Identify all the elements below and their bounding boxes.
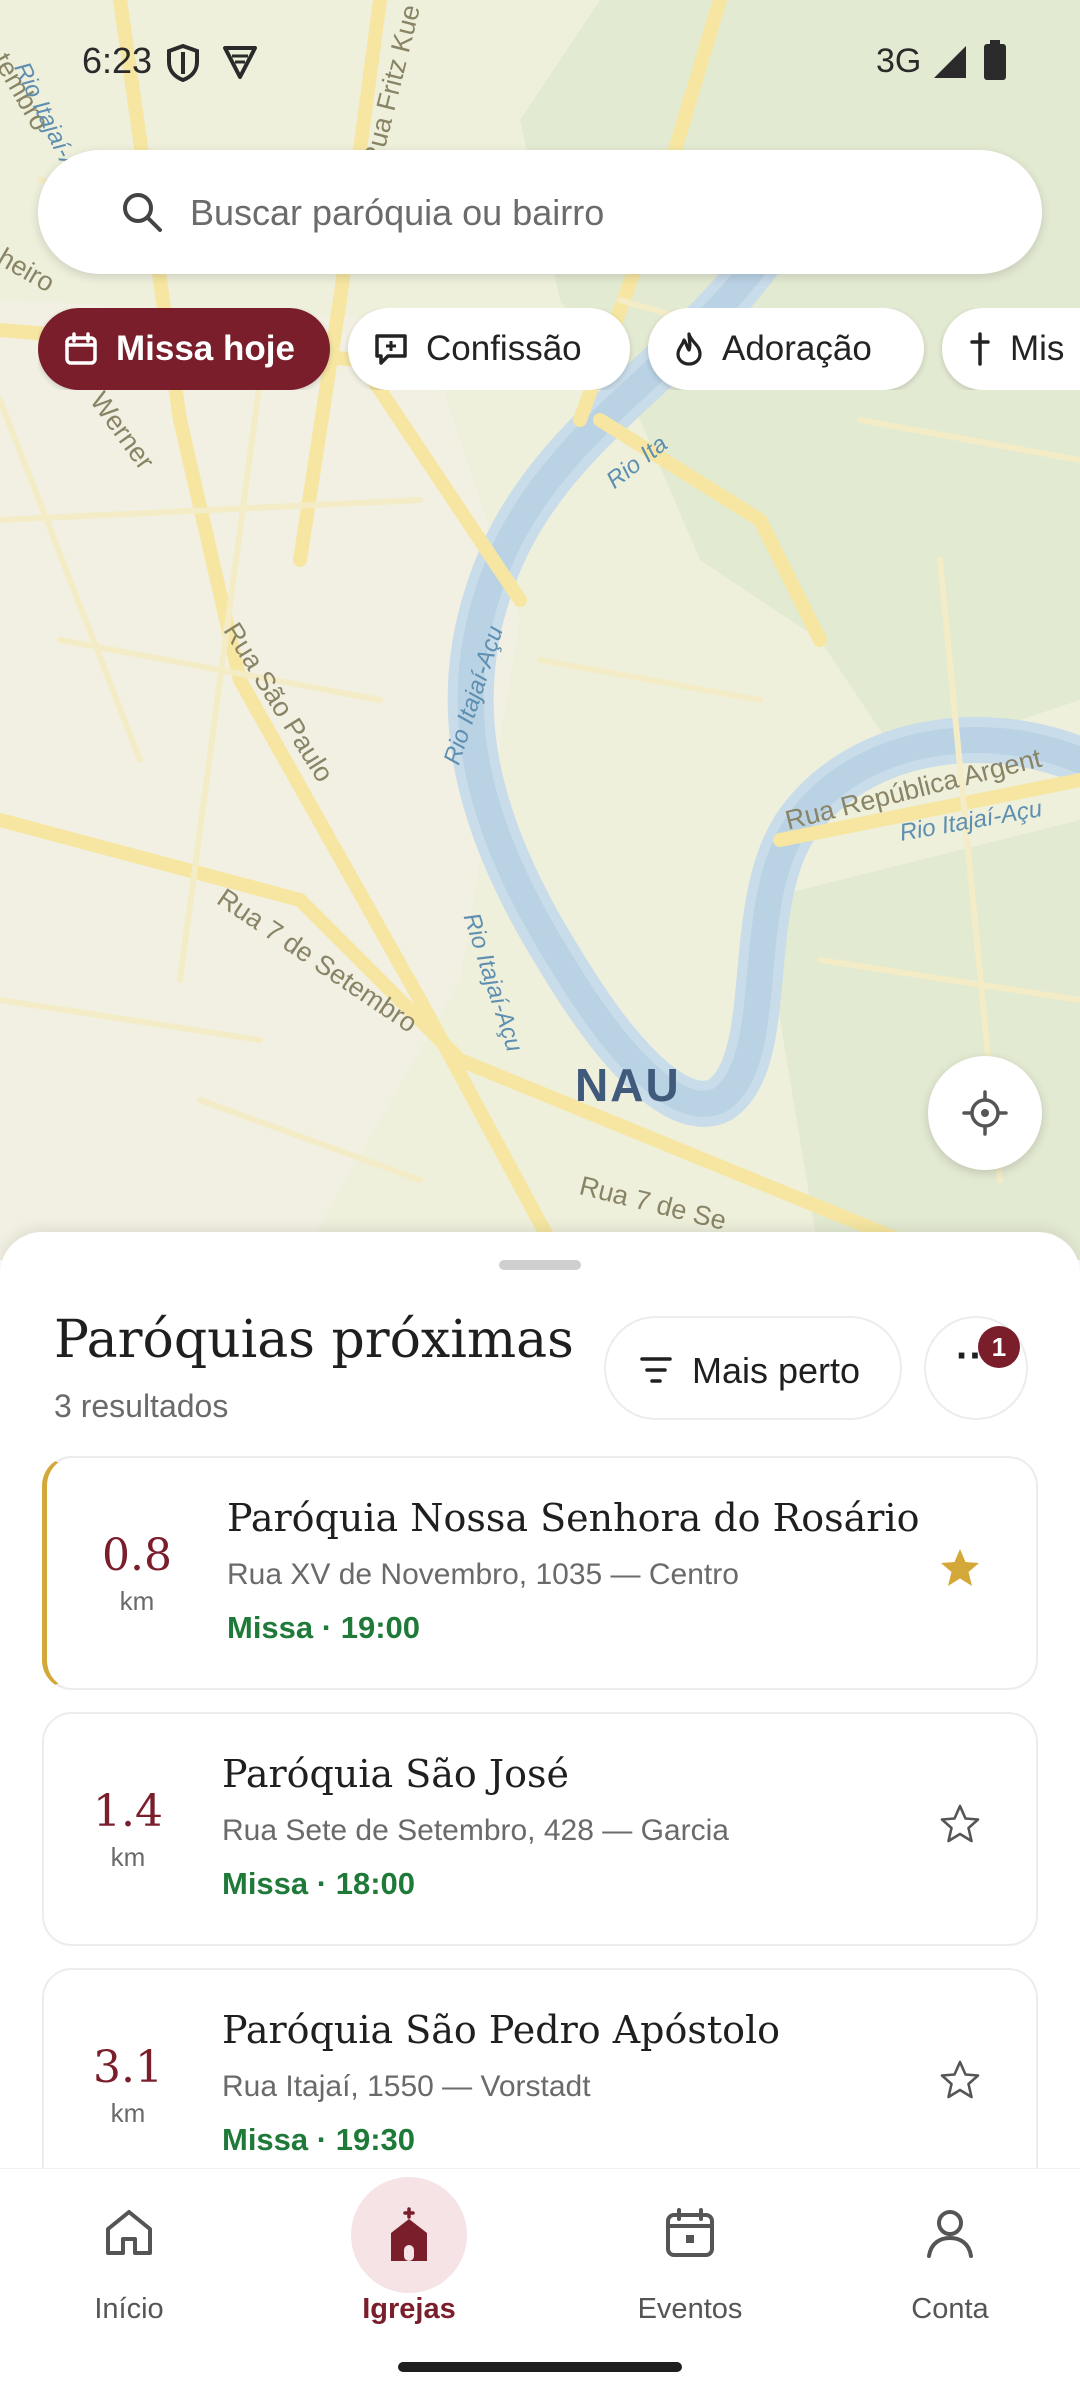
distance: 0.8 km — [87, 1530, 187, 1616]
nav-label: Eventos — [637, 2293, 743, 2325]
chip-missa[interactable]: Mis — [942, 308, 1080, 390]
mass-time: Missa · 19:00 — [227, 1610, 420, 1645]
city-label: NAU — [575, 1059, 681, 1111]
more-filters-button[interactable]: ··· 1 — [924, 1316, 1028, 1420]
status-bar: 6:23 3G — [0, 0, 1080, 126]
results-count: 3 resultados — [54, 1388, 229, 1424]
distance-unit: km — [110, 2098, 146, 2128]
crosshair-icon — [962, 1090, 1008, 1136]
cross-icon — [970, 332, 990, 366]
sort-label: Mais perto — [692, 1350, 861, 1391]
chat-icon — [375, 334, 407, 365]
nav-label: Conta — [911, 2293, 989, 2325]
filter-chips: Missa hoje Confissão Adoração Mis — [38, 308, 1080, 390]
nav-conta[interactable]: Conta — [850, 2169, 1050, 2349]
nav-eventos[interactable]: Eventos — [590, 2169, 790, 2349]
filter-count-badge: 1 — [978, 1326, 1020, 1368]
sheet-title: Paróquias próximas — [54, 1310, 574, 1370]
distance-value: 3.1 — [93, 2042, 163, 2093]
shield-icon — [166, 43, 200, 87]
my-location-button[interactable] — [928, 1056, 1042, 1170]
distance-value: 1.4 — [93, 1786, 163, 1837]
network-type: 3G — [876, 42, 922, 80]
parish-card[interactable]: 1.4 km Paróquia São José Rua Sete de Set… — [42, 1712, 1038, 1946]
parish-name: Paróquia Nossa Senhora do Rosário — [227, 1496, 920, 1540]
parish-name: Paróquia São José — [222, 1752, 569, 1796]
mass-time: Missa · 18:00 — [222, 1866, 415, 1901]
home-icon — [106, 2210, 152, 2255]
chip-label: Mis — [1010, 329, 1065, 368]
distance-unit: km — [110, 1842, 146, 1872]
vpn-icon — [222, 44, 258, 85]
chip-confissao[interactable]: Confissão — [348, 308, 630, 390]
church-icon — [391, 2207, 427, 2261]
nav-label: Igrejas — [362, 2293, 456, 2325]
distance: 1.4 km — [78, 1786, 178, 1872]
nav-inicio[interactable]: Início — [29, 2169, 229, 2349]
chip-missa-hoje[interactable]: Missa hoje — [38, 308, 330, 390]
search-input[interactable] — [188, 180, 992, 246]
parish-card[interactable]: 3.1 km Paróquia São Pedro Apóstolo Rua I… — [42, 1968, 1038, 2202]
star-filled-icon[interactable] — [938, 1546, 982, 1595]
chip-label: Missa hoje — [116, 329, 295, 368]
app-screen: Rua São Paulo Rua 7 de Setembro Rua Repú… — [0, 0, 1080, 2400]
distance-value: 0.8 — [102, 1530, 172, 1581]
user-icon — [927, 2210, 973, 2258]
sort-button[interactable]: Mais perto — [604, 1316, 902, 1420]
parish-address: Rua Itajaí, 1550 — Vorstadt — [222, 2070, 591, 2103]
chip-adoracao[interactable]: Adoração — [648, 308, 924, 390]
chip-label: Confissão — [426, 329, 582, 368]
parish-card[interactable]: 0.8 km Paróquia Nossa Senhora do Rosário… — [42, 1456, 1038, 1690]
sort-icon — [640, 1357, 672, 1383]
signal-icon — [932, 44, 968, 85]
star-outline-icon[interactable] — [938, 1802, 982, 1851]
calendar-icon — [65, 332, 97, 365]
distance: 3.1 km — [78, 2042, 178, 2128]
mass-time: Missa · 19:30 — [222, 2122, 415, 2157]
parish-name: Paróquia São Pedro Apóstolo — [222, 2008, 781, 2052]
chip-label: Adoração — [722, 329, 872, 368]
search-bar[interactable] — [38, 150, 1042, 274]
nav-igrejas[interactable]: Igrejas — [309, 2169, 509, 2349]
search-icon — [120, 190, 164, 239]
parish-address: Rua Sete de Setembro, 428 — Garcia — [222, 1814, 729, 1847]
flame-icon — [676, 332, 702, 366]
nav-label: Início — [94, 2293, 164, 2325]
distance-unit: km — [119, 1586, 155, 1616]
battery-icon — [984, 40, 1006, 85]
home-indicator[interactable] — [398, 2362, 682, 2372]
calendar-icon — [666, 2208, 714, 2257]
status-time: 6:23 — [82, 40, 153, 81]
star-outline-icon[interactable] — [938, 2058, 982, 2107]
sheet-drag-handle[interactable] — [499, 1260, 581, 1270]
parish-address: Rua XV de Novembro, 1035 — Centro — [227, 1558, 739, 1591]
